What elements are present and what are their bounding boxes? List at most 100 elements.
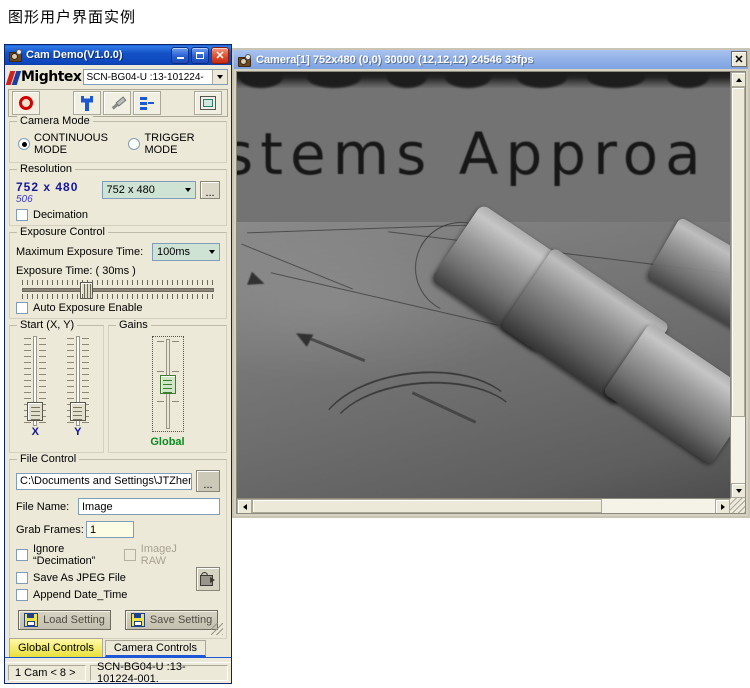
tab-global-controls-label: Global Controls (18, 642, 94, 654)
max-exposure-combo[interactable]: 100ms (152, 243, 220, 261)
file-path-browse-button[interactable]: ... (196, 470, 220, 492)
file-name-label: File Name: (16, 500, 70, 513)
status-cam-id: SCN-BG04-U :13-101224-001. (90, 661, 228, 685)
usb-icon (139, 96, 155, 110)
display-button[interactable] (194, 91, 222, 115)
pen-icon (110, 96, 125, 110)
scroll-right-button[interactable] (715, 499, 730, 513)
save-setting-button[interactable]: Save Setting (125, 610, 218, 630)
start-y-label: Y (74, 426, 82, 438)
file-path-value: C:\Documents and Settings\JTZheng\ (20, 475, 192, 487)
camera-image-area[interactable]: stems Approa (237, 72, 730, 498)
cam-demo-titlebar[interactable]: Cam Demo(V1.0.0) ✕ (5, 45, 231, 65)
imagej-raw-label: ImageJ RAW (140, 543, 177, 567)
monitor-icon (200, 96, 216, 110)
tab-underline (5, 657, 231, 658)
save-jpeg-checkbox[interactable] (16, 572, 28, 584)
decimation-checkbox[interactable] (16, 209, 28, 221)
file-control-legend: File Control (17, 453, 80, 465)
grab-frames-input[interactable]: 1 (86, 521, 134, 538)
resolution-browse-label: ... (205, 187, 215, 199)
floppy-disk-icon (24, 613, 39, 627)
cam-demo-title: Cam Demo(V1.0.0) (26, 49, 123, 61)
close-icon: ✕ (734, 53, 744, 66)
max-exposure-label: Maximum Exposure Time: (16, 246, 144, 258)
exposure-time-slider[interactable] (22, 280, 214, 300)
caret-up-icon (735, 77, 742, 82)
ignore-decimation-label: Ignore “Decimation” (33, 543, 96, 567)
radio-trigger-indicator (128, 138, 141, 150)
camera-app-icon (8, 48, 22, 62)
horizontal-scroll-track[interactable] (602, 499, 715, 513)
record-icon (19, 96, 33, 110)
radio-trigger-mode[interactable]: TRIGGER MODE (128, 132, 218, 156)
scroll-left-button[interactable] (237, 499, 252, 513)
save-setting-label: Save Setting (149, 614, 213, 626)
brand-row: Mightex SCN-BG04-U :13-101224- (5, 65, 231, 88)
tab-global-controls[interactable]: Global Controls (9, 638, 103, 657)
scroll-up-button[interactable] (731, 72, 745, 87)
slider-ticks-bottom (22, 294, 214, 299)
page-title: 图形用户界面实例 (8, 8, 137, 26)
minimize-button[interactable] (171, 47, 189, 64)
camera-preview-window: Camera[1] 752x480 (0,0) 30000 (12,12,12)… (232, 48, 750, 518)
resize-grip[interactable] (211, 623, 223, 635)
camera-app-icon (237, 53, 251, 67)
cam-demo-window: Cam Demo(V1.0.0) ✕ Mightex SCN-BG04-U :1… (4, 44, 232, 685)
scroll-down-button[interactable] (731, 483, 745, 498)
slider-thumb[interactable] (27, 402, 44, 421)
capture-button[interactable] (196, 567, 220, 591)
tab-camera-controls[interactable]: Camera Controls (104, 640, 206, 657)
slider-thumb[interactable] (159, 375, 176, 394)
ignore-decimation-checkbox[interactable] (16, 549, 28, 561)
auto-exposure-checkbox[interactable] (16, 302, 28, 314)
file-path-input[interactable]: C:\Documents and Settings\JTZheng\ (16, 472, 192, 490)
radio-continuous-mode[interactable]: CONTINUOUS MODE (18, 132, 128, 156)
start-xy-group: Start (X, Y) X Y (9, 319, 104, 453)
resolution-browse-button[interactable]: ... (200, 181, 220, 199)
camera-select-combo[interactable]: SCN-BG04-U :13-101224- (83, 69, 228, 85)
vertical-scrollbar[interactable] (730, 72, 745, 498)
controls-panel: Camera Mode CONTINUOUS MODE TRIGGER MODE… (5, 115, 231, 639)
resolution-group: Resolution 752 x 480 506 752 x 480 ... D… (9, 163, 227, 226)
maximize-button[interactable] (191, 47, 209, 64)
global-gain-slider[interactable] (155, 339, 181, 429)
record-button[interactable] (12, 91, 40, 115)
vertical-scroll-track[interactable] (731, 417, 745, 483)
camera-window-titlebar[interactable]: Camera[1] 752x480 (0,0) 30000 (12,12,12)… (234, 50, 748, 69)
file-name-value: Image (82, 500, 113, 513)
append-date-checkbox[interactable] (16, 589, 28, 601)
radio-continuous-label: CONTINUOUS MODE (34, 132, 108, 156)
resolution-value: 752 x 480 (16, 180, 79, 194)
file-name-input[interactable]: Image (78, 498, 220, 515)
chevron-down-icon[interactable] (212, 70, 227, 84)
start-x-slider[interactable] (22, 336, 48, 426)
wrench-icon (80, 96, 94, 111)
slider-thumb[interactable] (69, 402, 86, 421)
vertical-scroll-thumb[interactable] (731, 87, 745, 417)
horizontal-scrollbar[interactable] (237, 498, 730, 513)
chevron-down-icon[interactable] (180, 182, 196, 198)
slider-groove (22, 288, 214, 292)
start-x-label: X (31, 426, 39, 438)
calibrate-button[interactable] (103, 91, 131, 115)
horizontal-scroll-thumb[interactable] (252, 499, 602, 513)
camera-mode-legend: Camera Mode (17, 115, 93, 127)
max-exposure-value: 100ms (157, 246, 191, 258)
start-y-slider[interactable] (65, 336, 91, 426)
close-button[interactable]: ✕ (731, 51, 747, 67)
camera-viewport: stems Approa (236, 71, 746, 514)
exposure-time-label: Exposure Time: ( 30ms ) (16, 265, 136, 277)
window-controls: ✕ (171, 47, 229, 64)
load-setting-button[interactable]: Load Setting (18, 610, 111, 630)
save-jpeg-label: Save As JPEG File (33, 572, 126, 584)
close-button[interactable]: ✕ (211, 47, 229, 64)
camera-window-title: Camera[1] 752x480 (0,0) 30000 (12,12,12)… (256, 53, 534, 66)
chevron-down-icon[interactable] (204, 244, 219, 260)
photo-lower-scene (237, 203, 730, 498)
settings-button[interactable] (73, 91, 101, 115)
gains-group: Gains Global (108, 319, 227, 453)
resolution-combo[interactable]: 752 x 480 (101, 181, 197, 199)
connect-button[interactable] (133, 91, 161, 115)
file-path-browse-label: ... (203, 479, 213, 491)
